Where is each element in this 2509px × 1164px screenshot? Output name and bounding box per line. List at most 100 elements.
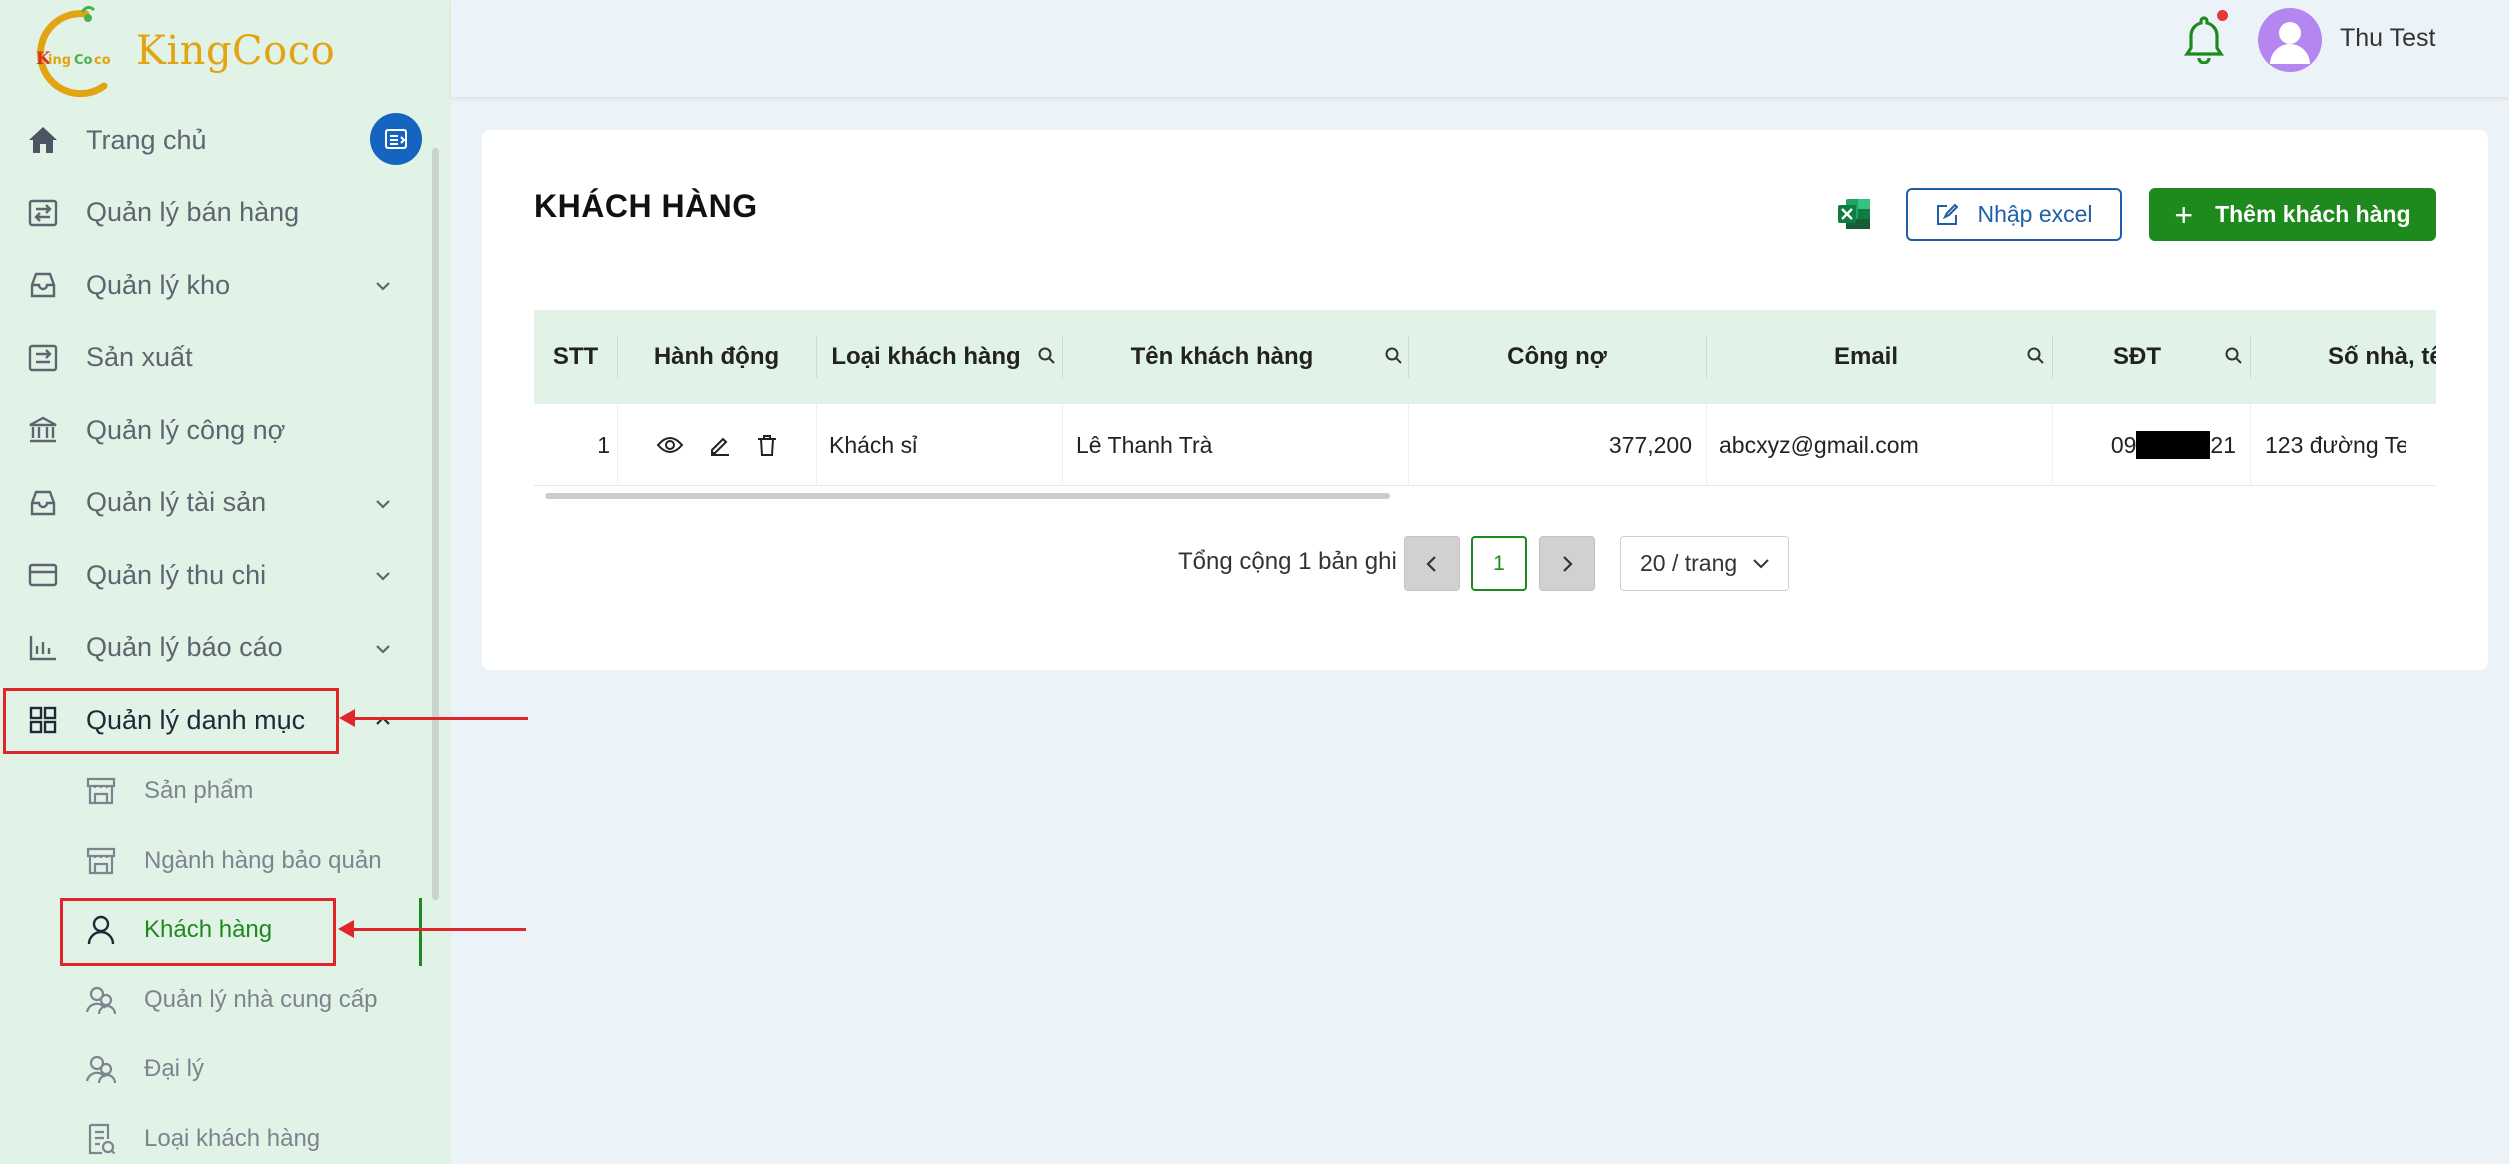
add-customer-label: Thêm khách hàng [2215, 201, 2411, 227]
sidebar-subitem-storage-category[interactable]: Ngành hàng bảo quản [0, 826, 440, 896]
cell-customer-type: Khách sỉ [829, 431, 918, 458]
cell-debt: 377,200 [1608, 431, 1692, 458]
search-icon[interactable] [2026, 346, 2046, 366]
page-size-select[interactable]: 20 / trang [1620, 536, 1789, 591]
sidebar-item-label: Quản lý thu chi [86, 559, 267, 590]
annotation-arrow-catalog [339, 709, 528, 727]
cell-phone: 09 21 [2052, 404, 2236, 486]
phone-suffix: 21 [2210, 431, 2236, 458]
cell-stt: 1 [597, 431, 610, 458]
shop-icon [84, 774, 118, 808]
svg-text:ing: ing [48, 53, 71, 68]
page-title: KHÁCH HÀNG [534, 188, 758, 224]
inbox-icon [26, 486, 60, 520]
edit-pencil-icon[interactable] [708, 433, 732, 457]
inbox-icon [26, 268, 60, 302]
delete-trash-icon[interactable] [756, 433, 778, 457]
pagination-page-current[interactable]: 1 [1471, 536, 1527, 591]
pagination-next-button[interactable] [1539, 536, 1595, 591]
bank-icon [26, 413, 60, 447]
sidebar-item-production[interactable]: Sản xuất [0, 322, 440, 395]
document-icon [84, 1122, 118, 1156]
add-customer-button[interactable]: + Thêm khách hàng [2149, 188, 2436, 241]
cell-email: abcxyz@gmail.com [1719, 431, 1919, 458]
plus-icon: + [2174, 196, 2194, 233]
bar-chart-icon [26, 631, 60, 665]
sidebar-item-assets[interactable]: Quản lý tài sản [0, 467, 440, 540]
cell-customer-name: Lê Thanh Trà [1076, 431, 1213, 458]
edit-square-icon [1937, 203, 1959, 225]
sidebar-subitem-suppliers[interactable]: Quản lý nhà cung cấp [0, 965, 440, 1035]
search-icon[interactable] [1384, 346, 1404, 366]
sidebar-item-label: Sản xuất [86, 342, 193, 373]
annotation-box-customers [60, 898, 336, 966]
sales-icon [26, 196, 60, 230]
column-header-customer-name: Tên khách hàng [1130, 343, 1314, 370]
column-header-actions: Hành động [653, 343, 780, 370]
home-icon [26, 123, 60, 157]
column-header-address: Số nhà, tên [2328, 343, 2436, 370]
sidebar-menu: Trang chủ Quản lý bán hàng Quản lý kho S… [0, 104, 440, 1164]
table-horizontal-scrollbar[interactable] [545, 493, 1390, 499]
credit-card-icon [26, 558, 60, 592]
column-header-phone: SĐT [2113, 343, 2161, 370]
import-excel-label: Nhập excel [1977, 201, 2093, 227]
svg-text:Co: Co [74, 53, 93, 68]
sidebar-item-debt[interactable]: Quản lý công nợ [0, 394, 440, 467]
column-header-debt: Công nợ [1507, 343, 1607, 370]
shop-icon [84, 844, 118, 878]
sidebar-item-cashflow[interactable]: Quản lý thu chi [0, 539, 440, 612]
view-eye-icon[interactable] [656, 435, 684, 455]
team-icon [84, 983, 118, 1017]
sidebar: K ing Co co KingCoco Trang chủ Quản lý b… [0, 0, 451, 1164]
sidebar-item-label: Quản lý báo cáo [86, 632, 283, 663]
column-header-email: Email [1833, 343, 1899, 370]
notification-badge [2217, 10, 2228, 21]
chevron-down-icon [376, 499, 390, 509]
search-icon[interactable] [1037, 346, 1057, 366]
chevron-down-icon [376, 572, 390, 581]
excel-export-icon[interactable] [1836, 196, 1872, 232]
sidebar-subitem-label: Quản lý nhà cung cấp [144, 985, 378, 1013]
brand-name: KingCoco [136, 28, 336, 74]
user-avatar-icon [2270, 22, 2310, 64]
sidebar-item-home[interactable]: Trang chủ [0, 104, 440, 177]
import-excel-button[interactable]: Nhập excel [1906, 188, 2122, 241]
pagination-prev-button[interactable] [1404, 536, 1460, 591]
sidebar-item-label: Quản lý bán hàng [86, 197, 300, 228]
kingcoco-logo-mark: K ing Co co [28, 4, 122, 98]
chevron-right-icon [1563, 555, 1573, 572]
username[interactable]: Thu Test [2340, 24, 2435, 53]
cell-address: 123 đường Test [2265, 431, 2406, 458]
search-icon[interactable] [2224, 346, 2244, 366]
cell-actions [617, 404, 816, 486]
sidebar-item-label: Trang chủ [86, 124, 207, 155]
sidebar-subitem-customer-types[interactable]: Loại khách hàng [0, 1104, 440, 1164]
sidebar-subitem-agents[interactable]: Đại lý [0, 1035, 440, 1105]
table-row: 1 Khách sỉ Lê Thanh Trà 377,200 abcxyz@g… [534, 404, 2436, 486]
sidebar-item-label: Quản lý tài sản [86, 487, 267, 518]
team-icon [84, 1052, 118, 1086]
avatar[interactable] [2258, 8, 2322, 72]
sidebar-item-warehouse[interactable]: Quản lý kho [0, 249, 440, 322]
chevron-up-icon [376, 716, 390, 725]
notification-bell-icon[interactable] [2182, 14, 2226, 64]
sidebar-item-sales[interactable]: Quản lý bán hàng [0, 177, 440, 250]
brand-logo[interactable]: K ing Co co KingCoco [28, 4, 335, 98]
redaction-block [2136, 431, 2211, 459]
sidebar-item-label: Quản lý công nợ [86, 414, 286, 445]
active-menu-indicator [419, 898, 422, 966]
sidebar-subitem-products[interactable]: Sản phẩm [0, 757, 440, 827]
customer-table: STT Hành động Loại khách hàng Tên khách … [534, 310, 2436, 510]
phone-prefix: 09 [2110, 431, 2137, 458]
column-header-stt: STT [552, 343, 599, 370]
annotation-arrow-customers [338, 920, 526, 938]
sidebar-subitem-label: Đại lý [144, 1055, 205, 1083]
sidebar-item-label: Quản lý kho [86, 269, 231, 300]
sidebar-subitem-label: Ngành hàng bảo quản [144, 846, 382, 874]
table-header: STT Hành động Loại khách hàng Tên khách … [534, 310, 2436, 404]
svg-text:co: co [94, 53, 111, 68]
sidebar-item-reports[interactable]: Quản lý báo cáo [0, 612, 440, 685]
chevron-down-icon [1753, 559, 1769, 569]
sidebar-subitem-label: Loại khách hàng [144, 1124, 321, 1152]
